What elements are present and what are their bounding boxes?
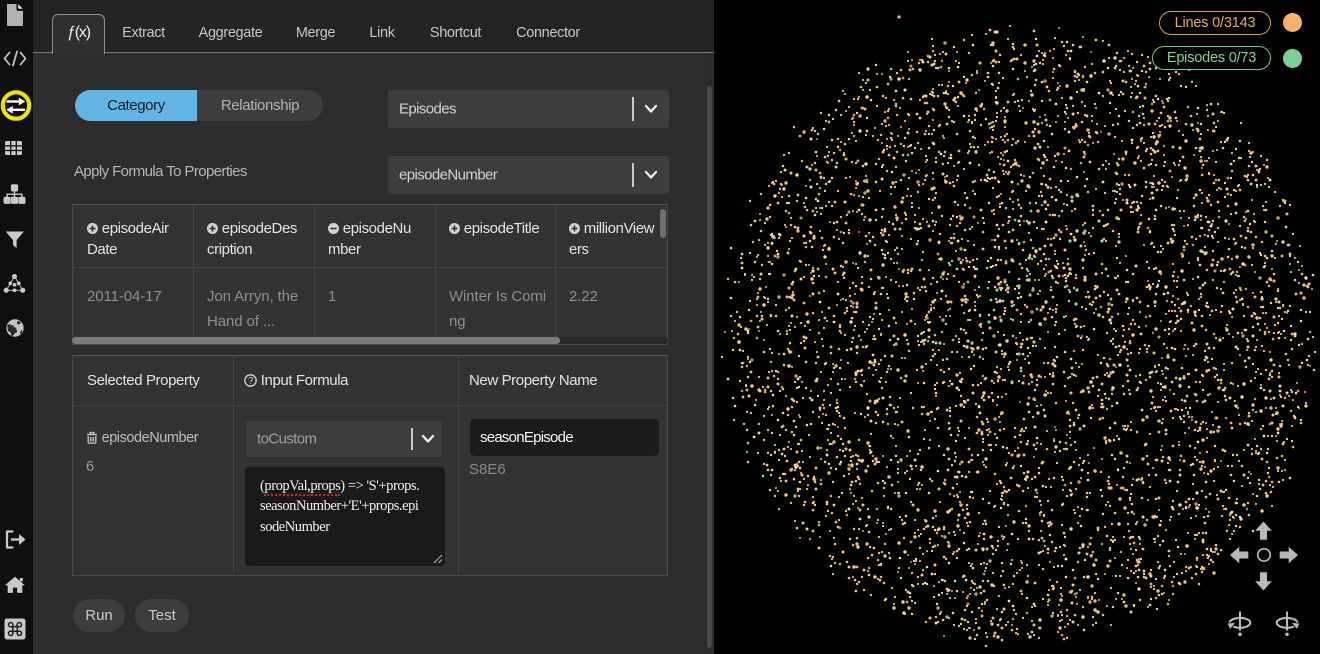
svg-text:?: ? [248, 376, 253, 386]
